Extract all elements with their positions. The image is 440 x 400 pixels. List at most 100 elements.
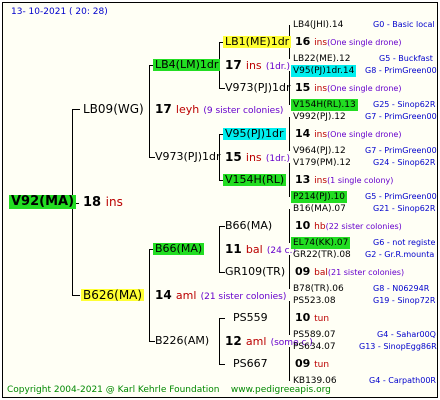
- upper-dam1-generation: 17 ins (1dr.): [225, 59, 290, 73]
- leaf-name[interactable]: KB139.06: [293, 376, 337, 386]
- upper-dam1-sub1-generation: 16 ins(One single drone): [295, 36, 401, 49]
- upper-dam1-sub2-generation: 15 ins(One single drone): [295, 82, 401, 95]
- generation-label: ins: [314, 38, 328, 48]
- leaf-name[interactable]: B16(MA).07: [293, 204, 346, 214]
- generation-label: tun: [314, 314, 330, 324]
- connector: [289, 347, 290, 381]
- generation-number: 12: [225, 334, 242, 348]
- leaf-name[interactable]: PS634.07: [293, 342, 336, 352]
- upper-dam2-sub2-generation: 13 ins(1 single colony): [295, 174, 393, 187]
- leaf-row[interactable]: V95(PJ)1dr.14: [291, 65, 357, 77]
- connector: [149, 249, 150, 341]
- queen-lower-dam2-sub1[interactable]: PS559: [233, 312, 268, 324]
- lower-dam1-generation: 11 bal (24 c.): [225, 243, 296, 257]
- pedigree-chart: 13- 10-2021 ( 20: 28) Copyright 2004-202…: [2, 2, 438, 398]
- connector: [72, 295, 80, 296]
- connector: [289, 301, 290, 335]
- report-date: 13- 10-2021 ( 20: 28): [11, 7, 108, 17]
- leaf-row[interactable]: B78(TR).06: [293, 283, 344, 295]
- generation-label: ins: [245, 151, 262, 164]
- generation-label: tun: [314, 360, 330, 370]
- generation-number: 17: [225, 58, 242, 72]
- generation-number: 15: [225, 150, 242, 164]
- generation-number: 18: [83, 195, 102, 210]
- queen-upper-dam1-sub1[interactable]: LB1(ME)1dr: [223, 36, 292, 48]
- connector: [289, 209, 290, 243]
- generation-number: 16: [295, 35, 311, 48]
- queen-upper-dam1-sub2[interactable]: V973(PJ)1dr: [225, 82, 290, 94]
- leaf-row[interactable]: P214(PJ).10: [291, 191, 348, 203]
- root-queen[interactable]: V92(MA): [9, 195, 77, 209]
- leaf-source: G6 - not registe: [373, 238, 436, 247]
- upper-dam2-generation: 15 ins (1dr.): [225, 151, 290, 165]
- lower-dam1-sub1-generation: 10 hb(22 sister colonies): [295, 220, 402, 233]
- generation-note: (22 sister colonies): [325, 222, 402, 231]
- leaf-source: G2 - Gr.R.mounta: [365, 250, 435, 259]
- leaf-row[interactable]: V964(PJ).12: [293, 145, 346, 157]
- leaf-name[interactable]: V964(PJ).12: [293, 146, 346, 156]
- leaf-row[interactable]: GR22(TR).08: [293, 249, 351, 261]
- leaf-row[interactable]: PS634.07: [293, 341, 336, 353]
- leaf-name[interactable]: LB4(JHI).14: [293, 20, 343, 30]
- root-generation: 18 ins: [83, 196, 123, 209]
- generation-note: (1 single colony): [327, 176, 394, 185]
- copyright-text: Copyright 2004-2021 @ Karl Kehrle Founda…: [7, 384, 331, 396]
- leaf-row[interactable]: EL74(KK).07: [291, 237, 351, 249]
- leaf-name[interactable]: P214(PJ).10: [293, 192, 345, 202]
- generation-note: (21 sister colonies): [200, 292, 287, 302]
- upper-dam2-sub1-generation: 14 ins(One single drone): [295, 128, 401, 141]
- leaf-row[interactable]: V179(PM).12: [293, 157, 351, 169]
- leaf-row[interactable]: PS523.08: [293, 295, 336, 307]
- queen-lower-dam2[interactable]: B226(AM): [155, 335, 209, 347]
- queen-lower-dam1-sub1[interactable]: B66(MA): [225, 220, 272, 232]
- leaf-name[interactable]: LB22(ME).12: [293, 54, 350, 64]
- leaf-row[interactable]: B16(MA).07: [293, 203, 346, 215]
- queen-upper-dam2-sub1[interactable]: V95(PJ)1dr: [223, 128, 286, 140]
- leaf-row[interactable]: LB22(ME).12: [293, 53, 350, 65]
- queen-lower[interactable]: B626(MA): [81, 289, 145, 301]
- generation-note: (One single drone): [327, 130, 402, 139]
- leaf-source: G0 - Basic local: [373, 20, 435, 29]
- queen-upper-dam2[interactable]: V973(PJ)1dr: [155, 151, 220, 163]
- generation-label: bal: [245, 243, 263, 256]
- leaf-source: G19 - Sinop72R: [373, 296, 436, 305]
- leaf-row[interactable]: KB139.06: [293, 375, 337, 387]
- leaf-name[interactable]: EL74(KK).07: [293, 238, 348, 248]
- queen-upper[interactable]: LB09(WG): [83, 103, 144, 115]
- leaf-name[interactable]: GR22(TR).08: [293, 250, 351, 260]
- generation-label: ins: [314, 130, 328, 140]
- leaf-source: G4 - Carpath00R: [369, 376, 436, 385]
- generation-label: hb: [314, 222, 326, 232]
- connector: [219, 226, 220, 272]
- leaf-name[interactable]: V95(PJ)1dr.14: [293, 66, 354, 76]
- leaf-name[interactable]: V179(PM).12: [293, 158, 351, 168]
- leaf-row[interactable]: V992(PJ).12: [293, 111, 346, 123]
- copyright-label: Copyright 2004-2021 @ Karl Kehrle Founda…: [7, 385, 220, 395]
- leaf-row[interactable]: V154H(RL).13: [291, 99, 358, 111]
- queen-lower-dam2-sub2[interactable]: PS667: [233, 358, 268, 370]
- generation-label: aml: [175, 289, 197, 302]
- leaf-source: G7 - PrimGreen00: [365, 146, 437, 155]
- queen-upper-dam2-sub2[interactable]: V154H(RL): [223, 174, 287, 186]
- queen-lower-dam1-sub2[interactable]: GR109(TR): [225, 266, 285, 278]
- connector: [289, 117, 290, 151]
- leaf-name[interactable]: PS523.08: [293, 296, 336, 306]
- upper-generation: 17 leyh (9 sister colonies): [155, 103, 283, 117]
- leaf-name[interactable]: B78(TR).06: [293, 284, 344, 294]
- generation-number: 09: [295, 357, 311, 370]
- leaf-source: G25 - Sinop62R: [373, 100, 436, 109]
- connector: [289, 255, 290, 289]
- leaf-name[interactable]: V154H(RL).13: [293, 100, 356, 110]
- leaf-source: G7 - PrimGreen00: [365, 112, 437, 121]
- leaf-source: G5 - PrimGreen00: [365, 192, 437, 201]
- leaf-row[interactable]: PS589.07: [293, 329, 336, 341]
- leaf-row[interactable]: LB4(JHI).14: [293, 19, 343, 31]
- queen-upper-dam1[interactable]: LB4(LM)1dr: [153, 59, 221, 71]
- generation-note: (9 sister colonies): [203, 106, 284, 116]
- queen-lower-dam1[interactable]: B66(MA): [153, 243, 205, 255]
- generation-number: 14: [155, 288, 172, 302]
- leaf-name[interactable]: PS589.07: [293, 330, 336, 340]
- generation-label: ins: [245, 59, 262, 72]
- lower-generation: 14 aml (21 sister colonies): [155, 289, 286, 303]
- leaf-name[interactable]: V992(PJ).12: [293, 112, 346, 122]
